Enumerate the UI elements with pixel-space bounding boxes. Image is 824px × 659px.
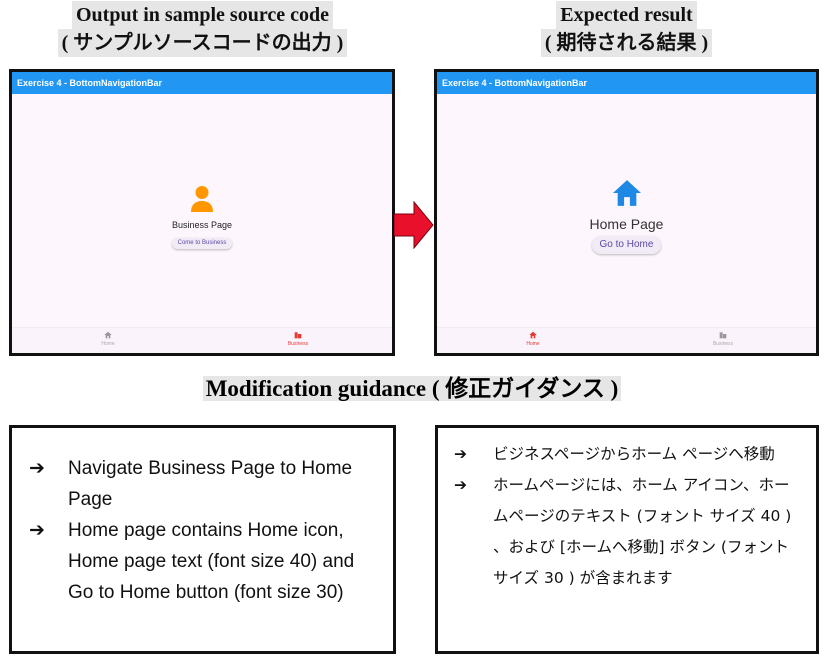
left-caption-line-1: Output in sample source code bbox=[72, 1, 333, 29]
guidance-title: Modification guidance ( 修正ガイダンス ) bbox=[0, 374, 824, 404]
arrow-bullet-icon: ➔ bbox=[29, 458, 45, 479]
home-icon bbox=[529, 331, 537, 339]
right-caption-line-1: Expected result bbox=[556, 1, 697, 29]
guidance-list-ja: ➔ ビジネスページからホーム ページへ移動 ➔ ホームページには、ホーム アイコ… bbox=[454, 439, 802, 594]
guidance-ja-item-2: ホームページには、ホーム アイコン、ホームページのテキスト (フォント サイズ … bbox=[493, 476, 792, 587]
right-nav-home-label: Home bbox=[526, 341, 540, 347]
guidance-box-ja: ➔ ビジネスページからホーム ページへ移動 ➔ ホームページには、ホーム アイコ… bbox=[435, 425, 819, 654]
right-caption: Expected result ( 期待される結果 ) bbox=[434, 1, 819, 57]
left-caption: Output in sample source code ( サンプルソースコー… bbox=[10, 1, 395, 57]
right-bottom-nav: Home Business bbox=[437, 327, 816, 353]
go-to-home-button[interactable]: Go to Home bbox=[591, 236, 662, 254]
left-app-screen: Exercise 4 - BottomNavigationBar Busines… bbox=[9, 69, 395, 356]
right-page-content: Home Page Go to Home bbox=[437, 179, 816, 254]
list-item: ➔ Navigate Business Page to Home Page bbox=[29, 453, 369, 515]
right-app-bar: Exercise 4 - BottomNavigationBar bbox=[437, 72, 816, 94]
left-nav-business-label: Business bbox=[287, 341, 309, 347]
right-app-screen: Exercise 4 - BottomNavigationBar Home Pa… bbox=[434, 69, 819, 356]
left-nav-home-label: Home bbox=[101, 341, 115, 347]
left-page-content: Business Page Come to Business bbox=[12, 185, 392, 249]
arrow-bullet-icon: ➔ bbox=[454, 445, 467, 463]
left-caption-line-2: ( サンプルソースコードの出力 ) bbox=[57, 29, 348, 57]
home-icon bbox=[104, 331, 112, 339]
person-icon bbox=[191, 186, 213, 212]
arrow-bullet-icon: ➔ bbox=[29, 520, 45, 541]
guidance-list-en: ➔ Navigate Business Page to Home Page ➔ … bbox=[29, 453, 369, 608]
list-item: ➔ ビジネスページからホーム ページへ移動 bbox=[454, 439, 802, 470]
guidance-title-text: Modification guidance ( 修正ガイダンス ) bbox=[202, 376, 622, 401]
left-page-text: Business Page bbox=[171, 220, 233, 230]
right-page-text: Home Page bbox=[589, 216, 664, 232]
guidance-en-item-1: Navigate Business Page to Home Page bbox=[68, 458, 353, 510]
right-nav-home[interactable]: Home bbox=[503, 331, 563, 347]
guidance-en-item-2: Home page contains Home icon, Home page … bbox=[68, 520, 355, 603]
right-nav-business[interactable]: Business bbox=[693, 331, 753, 347]
guidance-ja-item-1: ビジネスページからホーム ページへ移動 bbox=[493, 445, 775, 463]
list-item: ➔ ホームページには、ホーム アイコン、ホームページのテキスト (フォント サイ… bbox=[454, 470, 802, 594]
right-nav-business-label: Business bbox=[712, 341, 734, 347]
right-caption-line-2: ( 期待される結果 ) bbox=[540, 29, 713, 57]
arrow-bullet-icon: ➔ bbox=[454, 476, 467, 494]
business-icon bbox=[294, 332, 302, 339]
left-nav-business[interactable]: Business bbox=[268, 331, 328, 347]
business-icon bbox=[719, 332, 727, 339]
list-item: ➔ Home page contains Home icon, Home pag… bbox=[29, 515, 369, 608]
left-nav-home[interactable]: Home bbox=[78, 331, 138, 347]
guidance-box-en: ➔ Navigate Business Page to Home Page ➔ … bbox=[9, 425, 396, 654]
left-app-bar: Exercise 4 - BottomNavigationBar bbox=[12, 72, 392, 94]
arrow-right-icon bbox=[394, 201, 434, 249]
left-bottom-nav: Home Business bbox=[12, 327, 392, 353]
come-to-business-button[interactable]: Come to Business bbox=[171, 238, 233, 249]
home-icon bbox=[612, 180, 641, 206]
